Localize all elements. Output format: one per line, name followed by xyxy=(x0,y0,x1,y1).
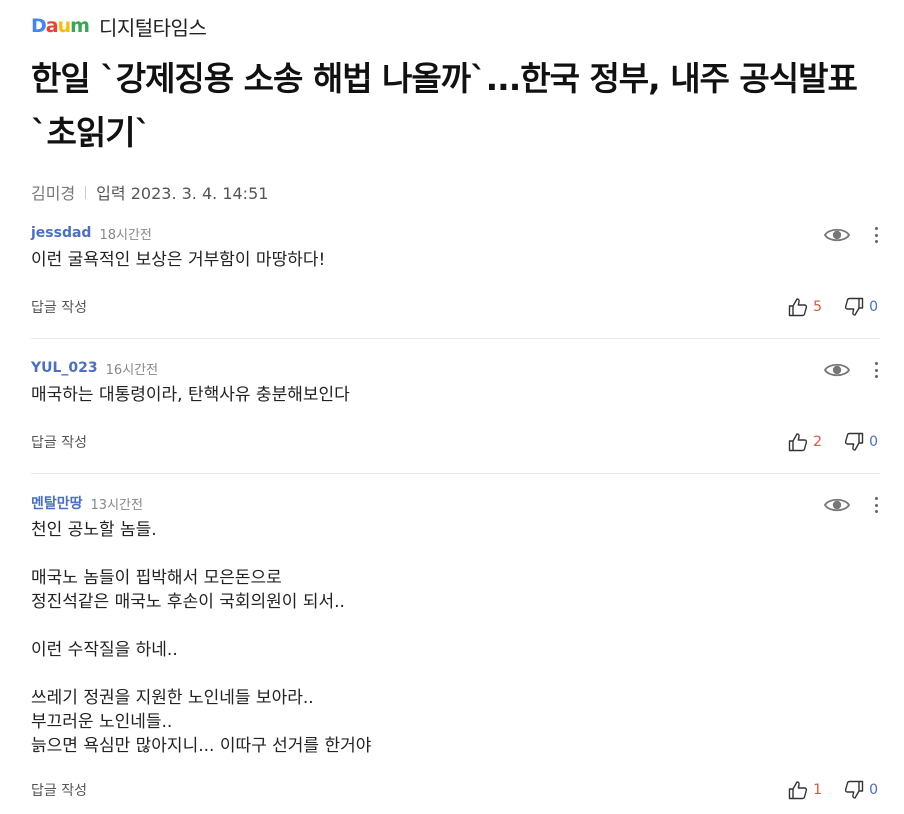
thumbs-up-icon xyxy=(788,781,808,800)
eye-icon[interactable] xyxy=(824,360,850,380)
dislike-count: 0 xyxy=(869,434,878,450)
comment-item: jessdad 18시간전 이런 굴욕적인 보상은 거부함이 마땅하다! 답글 … xyxy=(31,222,880,317)
comment-item: YUL_023 16시간전 매국하는 대통령이라, 탄핵사유 충분해보인다 답글… xyxy=(31,357,880,452)
comment-footer: 답글 작성 5 0 xyxy=(31,295,880,319)
published-label: 입력 xyxy=(96,184,126,203)
comment-author[interactable]: jessdad xyxy=(31,225,91,241)
comment-footer: 답글 작성 2 0 xyxy=(31,430,880,454)
byline-divider xyxy=(85,185,87,199)
like-count: 2 xyxy=(813,434,823,450)
published-date: 입력 2023. 3. 4. 14:51 xyxy=(96,180,268,204)
reply-button[interactable]: 답글 작성 xyxy=(31,297,87,317)
vote-group: 5 0 xyxy=(788,295,878,319)
logo-letter: D xyxy=(31,14,47,37)
more-vertical-icon[interactable] xyxy=(872,495,880,515)
thumbs-up-icon xyxy=(788,433,808,452)
comment-text: 이런 굴욕적인 보상은 거부함이 마땅하다! xyxy=(31,250,326,270)
dislike-button[interactable]: 0 xyxy=(844,780,878,800)
author-name: 김미경 xyxy=(31,184,76,203)
logo-letter: a xyxy=(45,14,59,37)
comment-footer: 답글 작성 1 0 xyxy=(31,778,880,802)
vote-group: 1 0 xyxy=(788,778,878,802)
daum-logo[interactable]: D a u m xyxy=(31,14,90,37)
comment-divider xyxy=(31,338,880,339)
comment-header: jessdad 18시간전 xyxy=(31,222,880,244)
comment-text: 매국하는 대통령이라, 탄핵사유 충분해보인다 xyxy=(31,385,350,405)
reply-button[interactable]: 답글 작성 xyxy=(31,780,87,800)
thumbs-down-icon xyxy=(844,432,864,451)
brand-bar: D a u m 디지털타임스 xyxy=(31,11,207,41)
comment-text: 천인 공노할 놈들. 매국노 놈들이 핍박해서 모은돈으로 정진석같은 매국노 … xyxy=(31,520,372,756)
article-byline: 김미경 입력 2023. 3. 4. 14:51 xyxy=(31,180,268,204)
dislike-button[interactable]: 0 xyxy=(844,432,878,452)
comment-time: 16시간전 xyxy=(105,362,159,378)
thumbs-down-icon xyxy=(844,297,864,316)
logo-letter: m xyxy=(70,14,90,37)
dislike-count: 0 xyxy=(869,782,878,798)
thumbs-up-icon xyxy=(788,298,808,317)
comment-author[interactable]: YUL_023 xyxy=(31,360,98,376)
more-vertical-icon[interactable] xyxy=(872,360,880,380)
dislike-button[interactable]: 0 xyxy=(844,297,878,317)
comment-item: 멘탈만땅 13시간전 천인 공노할 놈들. 매국노 놈들이 핍박해서 모은돈으로… xyxy=(31,492,880,800)
article-title: 한일 `강제징용 소송 해법 나올까`...한국 정부, 내주 공식발표 `초읽… xyxy=(31,59,858,152)
logo-letter: u xyxy=(57,14,71,37)
thumbs-down-icon xyxy=(844,780,864,799)
like-button[interactable]: 2 xyxy=(788,432,822,452)
like-button[interactable]: 1 xyxy=(788,780,822,800)
comment-divider xyxy=(31,473,880,474)
like-count: 1 xyxy=(813,782,823,798)
comment-time: 13시간전 xyxy=(90,497,143,513)
dislike-count: 0 xyxy=(869,299,878,315)
comment-time: 18시간전 xyxy=(99,227,152,243)
page: D a u m 디지털타임스 한일 `강제징용 소송 해법 나올까`...한국 … xyxy=(0,0,904,814)
comment-header: YUL_023 16시간전 xyxy=(31,357,880,379)
comment-author[interactable]: 멘탈만땅 xyxy=(31,493,83,513)
like-button[interactable]: 5 xyxy=(788,297,822,317)
like-count: 5 xyxy=(813,299,823,315)
comment-tools xyxy=(824,222,880,248)
comment-header: 멘탈만땅 13시간전 xyxy=(31,492,880,514)
eye-icon[interactable] xyxy=(824,225,850,245)
eye-icon[interactable] xyxy=(824,495,850,515)
news-outlet-name[interactable]: 디지털타임스 xyxy=(99,12,207,41)
reply-button[interactable]: 답글 작성 xyxy=(31,432,87,452)
comment-tools xyxy=(824,357,880,383)
vote-group: 2 0 xyxy=(788,430,878,454)
published-value: 2023. 3. 4. 14:51 xyxy=(130,184,269,203)
comment-tools xyxy=(824,492,880,518)
more-vertical-icon[interactable] xyxy=(872,225,880,245)
